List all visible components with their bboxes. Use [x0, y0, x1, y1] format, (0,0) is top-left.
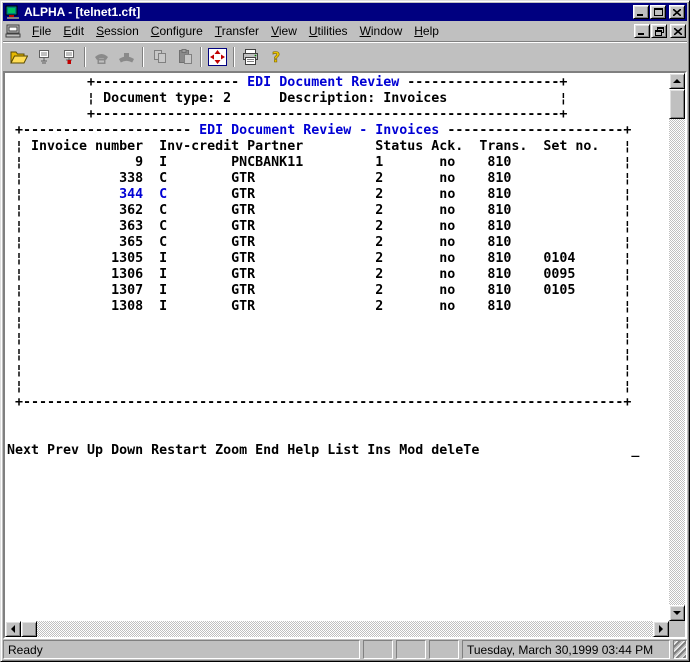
disconnect-icon: [61, 49, 77, 65]
box2-empty-row: ¦ ¦: [7, 347, 631, 362]
help-button[interactable]: ?: [263, 46, 288, 69]
connect-icon: [36, 49, 52, 65]
copy-button: [147, 46, 172, 69]
scroll-up-button[interactable]: [669, 73, 685, 89]
doc-review-box-title: EDI Document Review: [247, 75, 399, 90]
table-row[interactable]: ¦ 338 C GTR 2 no 810 ¦: [7, 171, 631, 186]
open-session-button[interactable]: [6, 46, 31, 69]
vertical-scroll-thumb[interactable]: [669, 89, 685, 119]
box1-top: +------------------ EDI Document Review …: [7, 75, 567, 90]
box2-top: +--------------------- EDI Document Revi…: [7, 123, 631, 138]
print-icon: [242, 49, 259, 65]
table-row[interactable]: ¦ 363 C GTR 2 no 810 ¦: [7, 219, 631, 234]
svg-text:?: ?: [271, 50, 279, 65]
scroll-right-button[interactable]: [653, 621, 669, 637]
terminal-client-area: +------------------ EDI Document Review …: [3, 71, 687, 639]
horizontal-scrollbar[interactable]: [5, 621, 669, 637]
table-row[interactable]: ¦ 365 C GTR 2 no 810 ¦: [7, 235, 631, 250]
app-window: ALPHA - [telnet1.cft] FileEditSessionCon…: [0, 0, 690, 662]
mdi-minimize-button[interactable]: [634, 24, 650, 38]
up-arrow-icon: [673, 79, 681, 83]
open-session-icon: [10, 50, 28, 65]
disconnect-button[interactable]: [56, 46, 81, 69]
hangup-icon: [118, 50, 135, 65]
down-arrow-icon: [673, 611, 681, 615]
box2-empty-row: ¦ ¦: [7, 379, 631, 394]
status-panel-1: [363, 640, 393, 659]
toolbar-separator: [200, 47, 202, 67]
doc-type-line: ¦ Document type: 2 Description: Invoices…: [7, 91, 567, 106]
vertical-scrollbar[interactable]: [669, 73, 685, 621]
box2-bottom: +---------------------------------------…: [7, 395, 631, 410]
close-button[interactable]: [669, 5, 685, 19]
table-row[interactable]: ¦ 9 I PNCBANK11 1 no 810 ¦: [7, 155, 631, 170]
copy-icon: [152, 49, 168, 65]
document-system-icon[interactable]: [5, 24, 22, 38]
terminal-screen[interactable]: +------------------ EDI Document Review …: [5, 73, 669, 459]
selected-invoice: 344 C: [23, 187, 167, 202]
menu-item-view[interactable]: View: [265, 23, 303, 39]
box2-empty-row: ¦ ¦: [7, 315, 631, 330]
box2-empty-row: ¦ ¦: [7, 331, 631, 346]
right-arrow-icon: [659, 625, 663, 633]
terminal-cursor: _: [631, 443, 639, 458]
menu-item-file[interactable]: File: [26, 23, 57, 39]
menu-item-help[interactable]: Help: [408, 23, 445, 39]
mdi-buttons: [633, 24, 686, 38]
mdi-restore-button[interactable]: [651, 24, 667, 38]
terminal-viewport[interactable]: +------------------ EDI Document Review …: [5, 73, 669, 621]
menu-item-configure[interactable]: Configure: [145, 23, 209, 39]
table-row[interactable]: ¦ 1306 I GTR 2 no 810 0095 ¦: [7, 267, 631, 282]
scroll-down-button[interactable]: [669, 605, 685, 621]
minimize-button[interactable]: [633, 5, 649, 19]
status-panel-3: [429, 640, 459, 659]
dial-button: [89, 46, 114, 69]
table-row[interactable]: ¦ 1305 I GTR 2 no 810 0104 ¦: [7, 251, 631, 266]
table-row[interactable]: ¦ 344 C GTR 2 no 810 ¦: [7, 187, 631, 202]
paste-icon: [177, 49, 193, 65]
box2-empty-row: ¦ ¦: [7, 363, 631, 378]
menu-item-transfer[interactable]: Transfer: [209, 23, 265, 39]
invoice-box-title: EDI Document Review - Invoices: [199, 123, 439, 138]
titlebar[interactable]: ALPHA - [telnet1.cft]: [3, 3, 687, 21]
toolbar-separator: [142, 47, 144, 67]
resize-grip[interactable]: [673, 640, 687, 659]
toolbar-separator: [84, 47, 86, 67]
menu-item-utilities[interactable]: Utilities: [303, 23, 354, 39]
statusbar: Ready Tuesday, March 30,1999 03:44 PM: [3, 639, 687, 659]
command-menu-line[interactable]: Next Prev Up Down Restart Zoom End Help …: [7, 443, 639, 458]
status-message: Ready: [3, 640, 360, 659]
menu-item-session[interactable]: Session: [90, 23, 145, 39]
fullscreen-icon: [208, 48, 227, 66]
hangup-button: [114, 46, 139, 69]
menu-item-edit[interactable]: Edit: [57, 23, 90, 39]
scrollbar-corner: [669, 621, 685, 637]
status-panel-2: [396, 640, 426, 659]
connect-button[interactable]: [31, 46, 56, 69]
menu-item-window[interactable]: Window: [354, 23, 409, 39]
table-row[interactable]: ¦ 1308 I GTR 2 no 810 ¦: [7, 299, 631, 314]
status-datetime: Tuesday, March 30,1999 03:44 PM: [462, 640, 670, 659]
menu-items: FileEditSessionConfigureTransferViewUtil…: [26, 23, 445, 39]
table-header: ¦ Invoice number Inv-credit Partner Stat…: [7, 139, 631, 154]
help-icon: ?: [269, 49, 283, 65]
app-icon[interactable]: [5, 5, 21, 20]
table-row[interactable]: ¦ 1307 I GTR 2 no 810 0105 ¦: [7, 283, 631, 298]
paste-button: [172, 46, 197, 69]
box1-bottom: +---------------------------------------…: [7, 107, 567, 122]
menubar: FileEditSessionConfigureTransferViewUtil…: [3, 22, 687, 40]
maximize-button[interactable]: [650, 5, 666, 19]
scroll-left-button[interactable]: [5, 621, 21, 637]
toolbar-separator: [233, 47, 235, 67]
dial-icon: [93, 50, 110, 65]
toolbar: ?: [3, 43, 687, 71]
left-arrow-icon: [11, 625, 15, 633]
table-row[interactable]: ¦ 362 C GTR 2 no 810 ¦: [7, 203, 631, 218]
window-title: ALPHA - [telnet1.cft]: [24, 5, 632, 19]
print-button[interactable]: [238, 46, 263, 69]
fullscreen-button[interactable]: [205, 46, 230, 69]
mdi-close-button[interactable]: [670, 24, 686, 38]
horizontal-scroll-thumb[interactable]: [21, 621, 37, 637]
